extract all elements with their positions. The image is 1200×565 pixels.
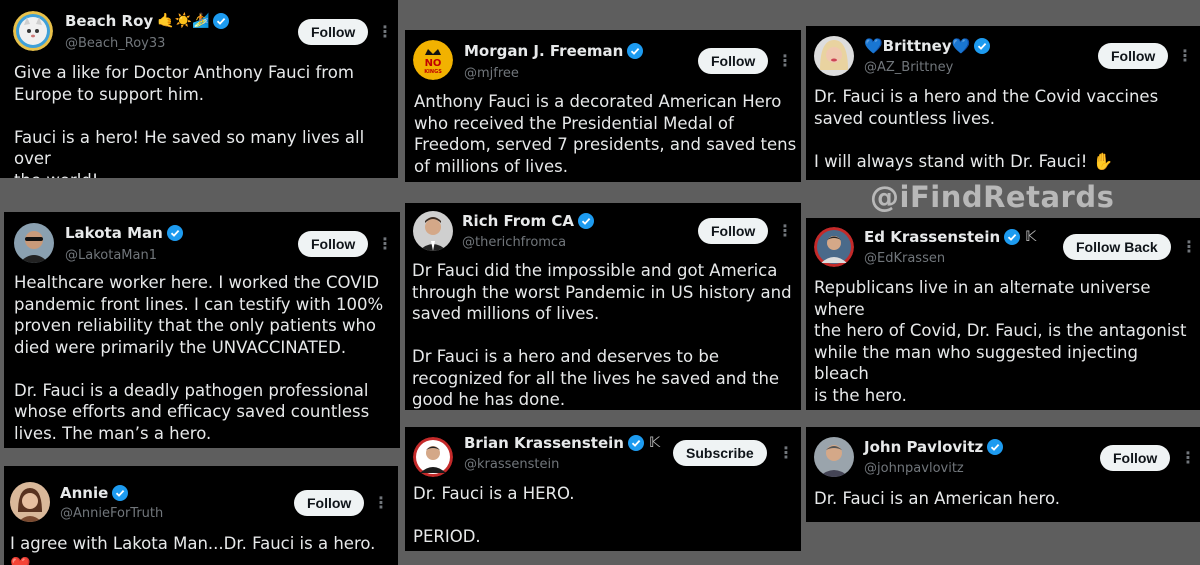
- user-handle[interactable]: @therichfromca: [462, 235, 566, 250]
- user-handle[interactable]: @AnnieForTruth: [60, 506, 163, 521]
- verified-icon: [112, 485, 129, 501]
- follow-back-button[interactable]: Follow Back: [1063, 234, 1171, 260]
- avatar[interactable]: [814, 36, 854, 76]
- tweet-card-brittney: 💙Brittney💙 @AZ_Brittney Follow ⋮ Dr. Fau…: [806, 26, 1200, 180]
- display-name-text: Ed Krassenstein: [864, 228, 1001, 246]
- avatar[interactable]: [413, 437, 453, 477]
- more-options-icon[interactable]: ⋮: [377, 236, 393, 252]
- display-name-text: Beach Roy: [65, 12, 154, 30]
- tweet-text: Dr Fauci did the impossible and got Amer…: [412, 261, 792, 409]
- verified-icon: [213, 13, 230, 29]
- avatar[interactable]: [14, 223, 54, 263]
- verified-icon: [166, 225, 183, 241]
- avatar[interactable]: [814, 227, 854, 267]
- tweet-card-john-pavlovitz: John Pavlovitz @johnpavlovitz Follow ⋮ D…: [806, 427, 1200, 522]
- more-options-icon[interactable]: ⋮: [777, 223, 793, 239]
- cat-avatar-image: [13, 11, 53, 51]
- tweet-card-beach-roy: Beach Roy 🤙☀️🏄 @Beach_Roy33 Follow ⋮ Giv…: [0, 0, 398, 178]
- follow-button[interactable]: Follow: [298, 231, 369, 257]
- svg-text:KINGS: KINGS: [424, 69, 442, 75]
- more-options-icon[interactable]: ⋮: [373, 495, 389, 511]
- man-avatar-image: [814, 227, 854, 267]
- display-name[interactable]: Lakota Man: [65, 224, 183, 242]
- man-avatar-image: [14, 223, 54, 263]
- follow-button[interactable]: Follow: [698, 48, 769, 74]
- user-handle[interactable]: @LakotaMan1: [65, 248, 157, 263]
- display-name-text: Lakota Man: [65, 224, 163, 242]
- avatar[interactable]: [413, 211, 453, 251]
- display-name[interactable]: Beach Roy 🤙☀️🏄: [65, 12, 230, 30]
- tweet-text: Dr. Fauci is a HERO. PERIOD.: [413, 484, 575, 546]
- user-handle[interactable]: @Beach_Roy33: [65, 36, 165, 51]
- man-avatar-image: [814, 437, 854, 477]
- display-name[interactable]: Ed Krassenstein 𝕂: [864, 228, 1036, 246]
- display-name-text: 💙Brittney💙: [864, 37, 971, 55]
- user-handle[interactable]: @AZ_Brittney: [864, 60, 953, 75]
- avatar[interactable]: [814, 437, 854, 477]
- tweet-card-annie: Annie @AnnieForTruth Follow ⋮ I agree wi…: [4, 466, 398, 565]
- follow-button[interactable]: Follow: [1098, 43, 1169, 69]
- tweet-text: Healthcare worker here. I worked the COV…: [14, 273, 384, 443]
- user-handle[interactable]: @johnpavlovitz: [864, 461, 964, 476]
- more-options-icon[interactable]: ⋮: [377, 24, 393, 40]
- tweet-text: Republicans live in an alternate univers…: [814, 278, 1187, 405]
- follow-button[interactable]: Follow: [298, 19, 369, 45]
- display-name[interactable]: Rich From CA: [462, 212, 594, 230]
- tweet-card-brian-krassenstein: Brian Krassenstein 𝕂 @krassenstein Subsc…: [405, 427, 801, 551]
- woman-avatar-image: [10, 482, 50, 522]
- more-options-icon[interactable]: ⋮: [777, 53, 793, 69]
- verified-icon: [627, 43, 644, 59]
- verified-icon: [577, 213, 594, 229]
- grok-badge-icon: 𝕂: [1025, 229, 1037, 245]
- man-avatar-image: [413, 437, 453, 477]
- verified-icon: [627, 435, 644, 451]
- display-name-text: Rich From CA: [462, 212, 574, 230]
- more-options-icon[interactable]: ⋮: [778, 445, 794, 461]
- tweet-card-ed-krassenstein: Ed Krassenstein 𝕂 @EdKrassen Follow Back…: [806, 218, 1200, 410]
- avatar[interactable]: NO KINGS: [413, 40, 453, 80]
- user-handle[interactable]: @EdKrassen: [864, 251, 945, 266]
- tweet-text: Dr. Fauci is an American hero.: [814, 489, 1060, 508]
- tweet-card-lakota-man: Lakota Man @LakotaMan1 Follow ⋮ Healthca…: [4, 212, 400, 448]
- user-handle[interactable]: @krassenstein: [464, 457, 559, 472]
- more-options-icon[interactable]: ⋮: [1177, 48, 1193, 64]
- verified-icon: [987, 439, 1004, 455]
- display-name-text: John Pavlovitz: [864, 438, 984, 456]
- subscribe-button[interactable]: Subscribe: [673, 440, 767, 466]
- display-name[interactable]: John Pavlovitz: [864, 438, 1004, 456]
- avatar[interactable]: [10, 482, 50, 522]
- tweet-text: Dr. Fauci is a hero and the Covid vaccin…: [814, 87, 1159, 171]
- display-name[interactable]: 💙Brittney💙: [864, 37, 991, 55]
- follow-button[interactable]: Follow: [294, 490, 365, 516]
- tweet-text: I agree with Lakota Man...Dr. Fauci is a…: [10, 534, 381, 565]
- tweet-card-rich-from-ca: Rich From CA @therichfromca Follow ⋮ Dr …: [405, 203, 801, 410]
- display-name[interactable]: Annie: [60, 484, 129, 502]
- display-name-text: Annie: [60, 484, 109, 502]
- tweet-text: Give a like for Doctor Anthony Fauci fro…: [14, 63, 365, 178]
- tweet-card-morgan-freeman: NO KINGS Morgan J. Freeman @mjfree Follo…: [405, 30, 801, 182]
- name-emojis: 🤙☀️🏄: [157, 13, 210, 29]
- display-name-text: Brian Krassenstein: [464, 434, 624, 452]
- more-options-icon[interactable]: ⋮: [1180, 450, 1196, 466]
- tweet-text: Anthony Fauci is a decorated American He…: [414, 92, 797, 176]
- man-suit-avatar-image: [413, 211, 453, 251]
- follow-button[interactable]: Follow: [698, 218, 769, 244]
- grok-badge-icon: 𝕂: [648, 435, 661, 451]
- display-name[interactable]: Brian Krassenstein 𝕂: [464, 434, 660, 452]
- follow-button[interactable]: Follow: [1100, 445, 1171, 471]
- no-kings-avatar-image: NO KINGS: [413, 40, 453, 80]
- display-name-text: Morgan J. Freeman: [464, 42, 624, 60]
- more-options-icon[interactable]: ⋮: [1181, 239, 1197, 255]
- verified-icon: [1004, 229, 1021, 245]
- svg-text:NO: NO: [425, 58, 442, 69]
- verified-icon: [974, 38, 991, 54]
- watermark-text: @iFindRetards: [870, 180, 1115, 214]
- avatar[interactable]: [13, 11, 53, 51]
- user-handle[interactable]: @mjfree: [464, 66, 519, 81]
- display-name[interactable]: Morgan J. Freeman: [464, 42, 644, 60]
- woman-avatar-image: [814, 36, 854, 76]
